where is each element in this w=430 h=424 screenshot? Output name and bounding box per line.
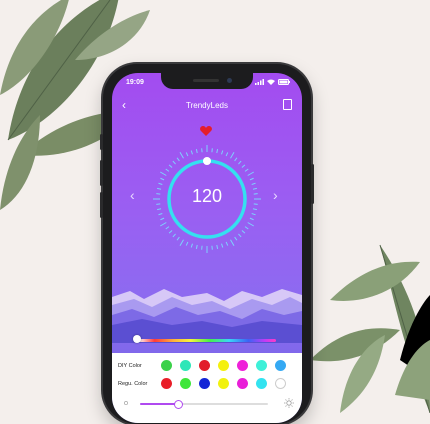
- dial-tick: [242, 165, 245, 168]
- app-screen: 19:09 ‹ TrendyLeds 120 ‹ › DIY Co: [112, 73, 302, 423]
- battery-icon: [278, 79, 290, 85]
- dial-tick: [231, 152, 235, 158]
- dial-tick: [173, 161, 176, 164]
- regular-color-swatch[interactable]: [180, 378, 191, 389]
- dial-tick: [166, 227, 169, 229]
- dial-value: 120: [151, 186, 263, 207]
- dial-tick: [250, 218, 254, 220]
- status-icons: [255, 79, 290, 85]
- dial-tick: [160, 218, 164, 220]
- diy-color-swatch[interactable]: [237, 360, 248, 371]
- diy-color-swatch[interactable]: [180, 360, 191, 371]
- dial-tick: [196, 245, 197, 249]
- regular-color-label: Regu. Color: [118, 381, 147, 387]
- dial-tick: [191, 244, 192, 248]
- dial-tick: [250, 178, 254, 180]
- dial-prev-button[interactable]: ‹: [130, 187, 135, 203]
- dial-tick: [196, 149, 197, 153]
- dial-tick: [245, 227, 248, 229]
- chevron-right-icon: ›: [273, 187, 278, 203]
- dial-knob[interactable]: [203, 157, 211, 165]
- brightness-fill: [140, 403, 178, 405]
- brightness-low-icon: [122, 399, 130, 407]
- diy-color-swatch[interactable]: [218, 360, 229, 371]
- dial-tick: [222, 150, 223, 154]
- mute-switch: [100, 134, 103, 150]
- dial-tick: [231, 240, 235, 246]
- regular-color-swatch[interactable]: [218, 378, 229, 389]
- power-button: [311, 164, 314, 204]
- dial-tick: [248, 172, 254, 176]
- document-icon[interactable]: [283, 99, 292, 110]
- dial-tick: [191, 150, 192, 154]
- regular-color-swatch[interactable]: [199, 378, 210, 389]
- diy-color-swatch[interactable]: [275, 360, 286, 371]
- dial-tick: [245, 169, 248, 171]
- chevron-left-icon: ‹: [130, 187, 135, 203]
- dial-tick: [169, 230, 172, 233]
- dial-tick: [235, 158, 237, 161]
- regular-color-swatch[interactable]: [237, 378, 248, 389]
- volume-down-button: [100, 192, 103, 218]
- wifi-icon: [267, 79, 275, 85]
- speaker: [193, 79, 219, 82]
- front-camera: [227, 78, 232, 83]
- dial-tick: [252, 183, 256, 184]
- dial-tick: [252, 214, 256, 215]
- heart-icon[interactable]: [200, 126, 212, 136]
- dial-tick: [235, 237, 237, 240]
- dial-tick: [248, 223, 254, 227]
- dial-tick: [242, 230, 245, 233]
- dial-tick: [157, 209, 161, 210]
- spectrum-knob[interactable]: [133, 335, 141, 343]
- brightness-high-icon: [284, 398, 294, 408]
- dial-tick: [160, 172, 166, 176]
- dial-next-button[interactable]: ›: [273, 187, 278, 203]
- status-time: 19:09: [126, 79, 144, 86]
- dial-tick: [177, 237, 179, 240]
- dial-tick: [160, 223, 166, 227]
- regular-color-swatch[interactable]: [256, 378, 267, 389]
- regular-color-swatch[interactable]: [275, 378, 286, 389]
- app-title: TrendyLeds: [112, 101, 302, 110]
- dial-tick: [222, 244, 223, 248]
- color-spectrum-slider[interactable]: [138, 339, 276, 342]
- dial-tick: [186, 242, 188, 246]
- dial-tick: [226, 242, 228, 246]
- dial-tick: [177, 158, 179, 161]
- diy-color-swatch[interactable]: [256, 360, 267, 371]
- dial-tick: [238, 234, 241, 237]
- dial-tick: [180, 240, 184, 246]
- diy-color-swatch[interactable]: [199, 360, 210, 371]
- dial-tick: [226, 152, 228, 156]
- dial-tick: [186, 152, 188, 156]
- signal-icon: [255, 79, 264, 85]
- mountain-illustration: [112, 283, 302, 343]
- dial-tick: [169, 165, 172, 168]
- diy-color-swatch[interactable]: [161, 360, 172, 371]
- dial-tick: [173, 234, 176, 237]
- diy-color-label: DIY Color: [118, 363, 142, 369]
- notch: [161, 73, 253, 89]
- dial-tick: [180, 152, 184, 158]
- phone-frame: 19:09 ‹ TrendyLeds 120 ‹ › DIY Co: [103, 64, 311, 424]
- dial-tick: [238, 161, 241, 164]
- dial-tick: [160, 178, 164, 180]
- dial-tick: [158, 214, 162, 215]
- dial-tick: [158, 183, 162, 184]
- dial-tick: [217, 149, 218, 153]
- regular-color-swatch[interactable]: [161, 378, 172, 389]
- volume-up-button: [100, 160, 103, 186]
- dial-tick: [217, 245, 218, 249]
- dial-tick: [253, 209, 257, 210]
- dial-tick: [166, 169, 169, 171]
